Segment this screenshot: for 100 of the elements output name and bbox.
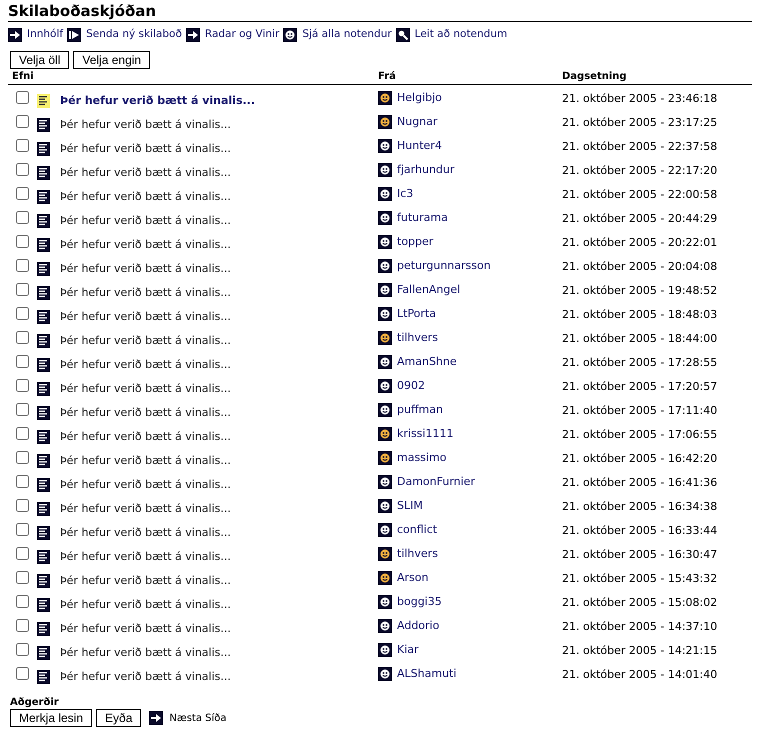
smiley-icon [378, 307, 392, 321]
arrow-icon [8, 28, 22, 42]
row-checkbox[interactable] [16, 234, 29, 248]
message-subject[interactable]: Þér hefur verið bætt á vinalis... [60, 572, 378, 590]
message-subject[interactable]: Þér hefur verið bætt á vinalis... [60, 116, 378, 134]
message-subject[interactable]: Þér hefur verið bætt á vinalis... [60, 164, 378, 182]
message-subject[interactable]: Þér hefur verið bætt á vinalis... [60, 476, 378, 494]
row-checkbox[interactable] [16, 570, 29, 584]
row-checkbox[interactable] [16, 546, 29, 560]
message-date: 21. október 2005 - 16:41:36 [562, 474, 718, 491]
sender-link[interactable]: peturgunnarsson [397, 258, 562, 274]
message-subject[interactable]: Þér hefur verið bætt á vinalis... [60, 500, 378, 518]
row-checkbox[interactable] [16, 282, 29, 296]
message-subject[interactable]: Þér hefur verið bætt á vinalis... [60, 188, 378, 206]
message-subject[interactable]: Þér hefur verið bætt á vinalis... [60, 644, 378, 662]
message-subject[interactable]: Þér hefur verið bætt á vinalis... [60, 236, 378, 254]
message-subject[interactable]: Þér hefur verið bætt á vinalis... [60, 284, 378, 302]
sender-link[interactable]: Arson [397, 570, 562, 586]
row-checkbox[interactable] [16, 90, 29, 104]
row-checkbox[interactable] [16, 450, 29, 464]
row-checkbox[interactable] [16, 114, 29, 128]
sender-link[interactable]: AmanShne [397, 354, 562, 370]
smiley-icon [378, 91, 392, 105]
message-subject[interactable]: Þér hefur verið bætt á vinalis... [60, 428, 378, 446]
row-checkbox[interactable] [16, 642, 29, 656]
message-subject[interactable]: Þér hefur verið bætt á vinalis... [60, 332, 378, 350]
sender-link[interactable]: fjarhundur [397, 162, 562, 178]
message-subject[interactable]: Þér hefur verið bætt á vinalis... [60, 404, 378, 422]
sender-link[interactable]: FallenAngel [397, 282, 562, 298]
nav-link[interactable]: Sjá alla notendur [283, 26, 392, 42]
message-icon [37, 598, 50, 612]
sender-link[interactable]: tilhvers [397, 546, 562, 562]
sender-link[interactable]: Hunter4 [397, 138, 562, 154]
select-button[interactable]: Velja engin [73, 51, 150, 69]
message-subject[interactable]: Þér hefur verið bætt á vinalis... [60, 668, 378, 686]
message-subject[interactable]: Þér hefur verið bætt á vinalis... [60, 452, 378, 470]
message-subject[interactable]: Þér hefur verið bætt á vinalis... [60, 620, 378, 638]
action-button[interactable]: Merkja lesin [10, 709, 92, 727]
message-icon [37, 286, 50, 300]
sender-link[interactable]: boggi35 [397, 594, 562, 610]
message-subject[interactable]: Þér hefur verið bætt á vinalis... [60, 380, 378, 398]
nav-link[interactable]: Senda ný skilaboð [67, 26, 182, 42]
row-checkbox[interactable] [16, 402, 29, 416]
sender-link[interactable]: Addorio [397, 618, 562, 634]
sender-link[interactable]: futurama [397, 210, 562, 226]
sender-link[interactable]: conflict [397, 522, 562, 538]
message-subject[interactable]: Þér hefur verið bætt á vinalis... [60, 596, 378, 614]
smiley-icon [378, 403, 392, 417]
row-checkbox[interactable] [16, 594, 29, 608]
sender-link[interactable]: SLIM [397, 498, 562, 514]
sender-link[interactable]: massimo [397, 450, 562, 466]
smiley-icon [378, 187, 392, 201]
message-subject[interactable]: Þér hefur verið bætt á vinalis... [60, 260, 378, 278]
next-page-link[interactable]: Næsta Síða [149, 710, 226, 726]
row-checkbox[interactable] [16, 258, 29, 272]
message-date: 21. október 2005 - 14:01:40 [562, 666, 718, 683]
sender-link[interactable]: LtPorta [397, 306, 562, 322]
action-button[interactable]: Eyða [96, 709, 142, 727]
sender-link[interactable]: 0902 [397, 378, 562, 394]
nav-link[interactable]: Innhólf [8, 26, 64, 42]
row-checkbox[interactable] [16, 474, 29, 488]
message-subject[interactable]: Þér hefur verið bætt á vinalis... [60, 308, 378, 326]
nav-link[interactable]: Radar og Vinir [186, 26, 280, 42]
smiley-icon [283, 28, 298, 42]
message-subject[interactable]: Þér hefur verið bætt á vinalis... [60, 548, 378, 566]
sender-link[interactable]: puffman [397, 402, 562, 418]
row-checkbox[interactable] [16, 138, 29, 152]
sender-link[interactable]: Kiar [397, 642, 562, 658]
sender-link[interactable]: Ic3 [397, 186, 562, 202]
row-checkbox[interactable] [16, 162, 29, 176]
message-date: 21. október 2005 - 22:00:58 [562, 186, 718, 203]
row-checkbox[interactable] [16, 498, 29, 512]
sender-link[interactable]: tilhvers [397, 330, 562, 346]
row-checkbox[interactable] [16, 354, 29, 368]
row-checkbox[interactable] [16, 618, 29, 632]
search-icon [396, 28, 410, 42]
nav-link[interactable]: Leit að notendum [396, 26, 508, 42]
message-subject[interactable]: Þér hefur verið bætt á vinalis... [60, 140, 378, 158]
sender-link[interactable]: krissi1111 [397, 426, 562, 442]
sender-link[interactable]: DamonFurnier [397, 474, 562, 490]
message-subject[interactable]: Þér hefur verið bætt á vinalis... [60, 356, 378, 374]
message-subject[interactable]: Þér hefur verið bætt á vinalis... [60, 524, 378, 542]
message-subject[interactable]: Þér hefur verið bætt á vinalis... [60, 212, 378, 230]
sender-link[interactable]: topper [397, 234, 562, 250]
row-checkbox[interactable] [16, 378, 29, 392]
row-checkbox[interactable] [16, 186, 29, 200]
column-header: Dagsetning [562, 70, 627, 84]
sender-link[interactable]: ALShamuti [397, 666, 562, 682]
row-checkbox[interactable] [16, 210, 29, 224]
select-button[interactable]: Velja öll [10, 51, 70, 69]
row-checkbox[interactable] [16, 306, 29, 320]
sender-link[interactable]: Nugnar [397, 114, 562, 130]
message-date: 21. október 2005 - 16:42:20 [562, 450, 718, 467]
row-checkbox[interactable] [16, 522, 29, 536]
smiley-icon [378, 115, 392, 129]
row-checkbox[interactable] [16, 330, 29, 344]
message-subject[interactable]: Þér hefur verið bætt á vinalis... [60, 92, 378, 110]
sender-link[interactable]: Helgibjo [397, 90, 562, 106]
row-checkbox[interactable] [16, 666, 29, 680]
row-checkbox[interactable] [16, 426, 29, 440]
